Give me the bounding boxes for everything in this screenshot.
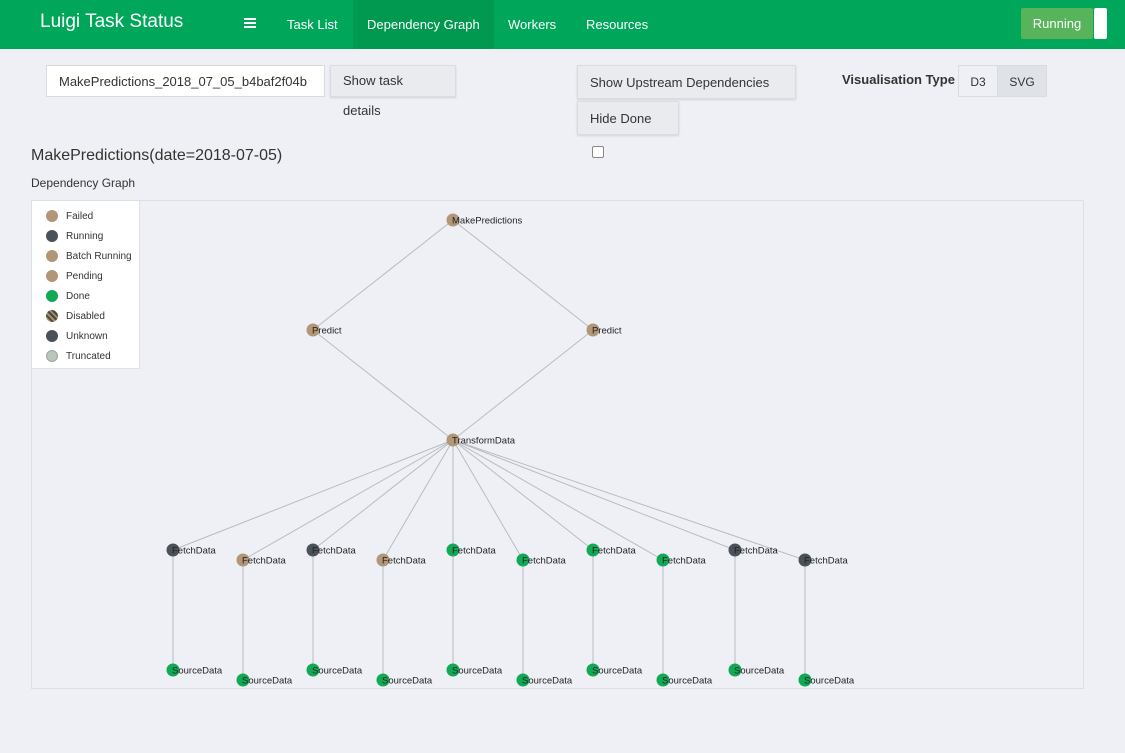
graph-node-label: SourceData bbox=[382, 676, 433, 687]
graph-node-label: FetchData bbox=[592, 546, 637, 557]
graph-node-sourcedata[interactable]: SourceData bbox=[446, 663, 503, 677]
legend-label: Disabled bbox=[66, 311, 105, 322]
graph-node-fetchdata[interactable]: FetchData bbox=[586, 543, 637, 557]
legend-label: Batch Running bbox=[66, 251, 132, 262]
legend-label: Failed bbox=[66, 211, 94, 222]
graph-node-label: SourceData bbox=[452, 666, 503, 677]
graph-node-sourcedata[interactable]: SourceData bbox=[376, 673, 433, 687]
graph-node-fetchdata[interactable]: FetchData bbox=[446, 543, 497, 557]
graph-node-label: FetchData bbox=[522, 556, 567, 567]
graph-node-fetchdata[interactable]: FetchData bbox=[306, 543, 357, 557]
graph-edge bbox=[452, 219, 594, 331]
graph-node-sourcedata[interactable]: SourceData bbox=[798, 673, 855, 687]
legend-dot bbox=[46, 270, 58, 282]
legend-dot bbox=[46, 310, 58, 322]
legend-dot bbox=[46, 230, 58, 242]
graph-node-label: FetchData bbox=[804, 556, 849, 567]
graph-node-fetchdata[interactable]: FetchData bbox=[656, 553, 707, 567]
graph-node-label: FetchData bbox=[312, 546, 357, 557]
graph-node-label: SourceData bbox=[734, 666, 785, 677]
graph-node-label: FetchData bbox=[172, 546, 217, 557]
graph-node-fetchdata[interactable]: FetchData bbox=[236, 553, 287, 567]
graph-node-label: SourceData bbox=[592, 666, 643, 677]
graph-node-label: FetchData bbox=[242, 556, 287, 567]
graph-edge bbox=[382, 439, 454, 561]
graph-edge bbox=[452, 439, 736, 551]
graph-node-label: FetchData bbox=[382, 556, 427, 567]
graph-node-sourcedata[interactable]: SourceData bbox=[516, 673, 573, 687]
graph-node-label: SourceData bbox=[242, 676, 293, 687]
graph-node-label: SourceData bbox=[662, 676, 713, 687]
status-legend: Failed Running Batch Running Pending Don… bbox=[32, 201, 140, 369]
graph-node-label: FetchData bbox=[662, 556, 707, 567]
graph-edge bbox=[452, 329, 594, 441]
graph-node-label: FetchData bbox=[452, 546, 497, 557]
graph-edge bbox=[452, 439, 806, 561]
legend-dot bbox=[46, 250, 58, 262]
graph-node-label: Predict bbox=[312, 326, 342, 337]
graph-edge bbox=[242, 439, 454, 561]
dependency-graph-svg: MakePredictions Predict Predict TransformDa… bbox=[166, 213, 855, 687]
graph-node-sourcedata[interactable]: SourceData bbox=[236, 673, 293, 687]
legend-dot bbox=[46, 210, 58, 222]
graph-edge bbox=[452, 439, 524, 561]
graph-node-predict[interactable]: Predict bbox=[586, 323, 622, 337]
graph-edge bbox=[452, 439, 594, 551]
graph-node-transformdata[interactable]: TransformData bbox=[446, 433, 516, 447]
graph-node-sourcedata[interactable]: SourceData bbox=[586, 663, 643, 677]
legend-label: Running bbox=[66, 231, 104, 242]
graph-node-label: SourceData bbox=[804, 676, 855, 687]
graph-node-label: FetchData bbox=[734, 546, 779, 557]
legend-label: Truncated bbox=[66, 351, 111, 362]
graph-node-label: MakePredictions bbox=[452, 216, 522, 227]
graph-node-label: SourceData bbox=[312, 666, 363, 677]
graph-node-fetchdata[interactable]: FetchData bbox=[516, 553, 567, 567]
graph-edge bbox=[312, 329, 454, 441]
graph-node-makepredictions[interactable]: MakePredictions bbox=[446, 213, 523, 227]
graph-node-label: SourceData bbox=[172, 666, 223, 677]
graph-edge bbox=[312, 439, 454, 551]
legend-dot bbox=[46, 330, 58, 342]
graph-node-label: SourceData bbox=[522, 676, 573, 687]
legend-label: Pending bbox=[66, 271, 103, 282]
graph-node-predict[interactable]: Predict bbox=[306, 323, 342, 337]
graph-node-sourcedata[interactable]: SourceData bbox=[166, 663, 223, 677]
graph-node-sourcedata[interactable]: SourceData bbox=[306, 663, 363, 677]
graph-node-fetchdata[interactable]: FetchData bbox=[798, 553, 849, 567]
graph-node-fetchdata[interactable]: FetchData bbox=[376, 553, 427, 567]
legend-dot bbox=[46, 290, 58, 302]
graph-node-sourcedata[interactable]: SourceData bbox=[728, 663, 785, 677]
graph-edge bbox=[452, 439, 664, 561]
graph-edge bbox=[312, 219, 454, 331]
legend-label: Unknown bbox=[66, 331, 108, 342]
legend-dot bbox=[46, 350, 58, 362]
graph-node-label: Predict bbox=[592, 326, 622, 337]
graph-edge bbox=[172, 439, 454, 551]
graph-node-label: TransformData bbox=[452, 436, 516, 447]
graph-node-sourcedata[interactable]: SourceData bbox=[656, 673, 713, 687]
graph-node-fetchdata[interactable]: FetchData bbox=[728, 543, 779, 557]
legend-label: Done bbox=[66, 291, 90, 302]
graph-node-fetchdata[interactable]: FetchData bbox=[166, 543, 217, 557]
